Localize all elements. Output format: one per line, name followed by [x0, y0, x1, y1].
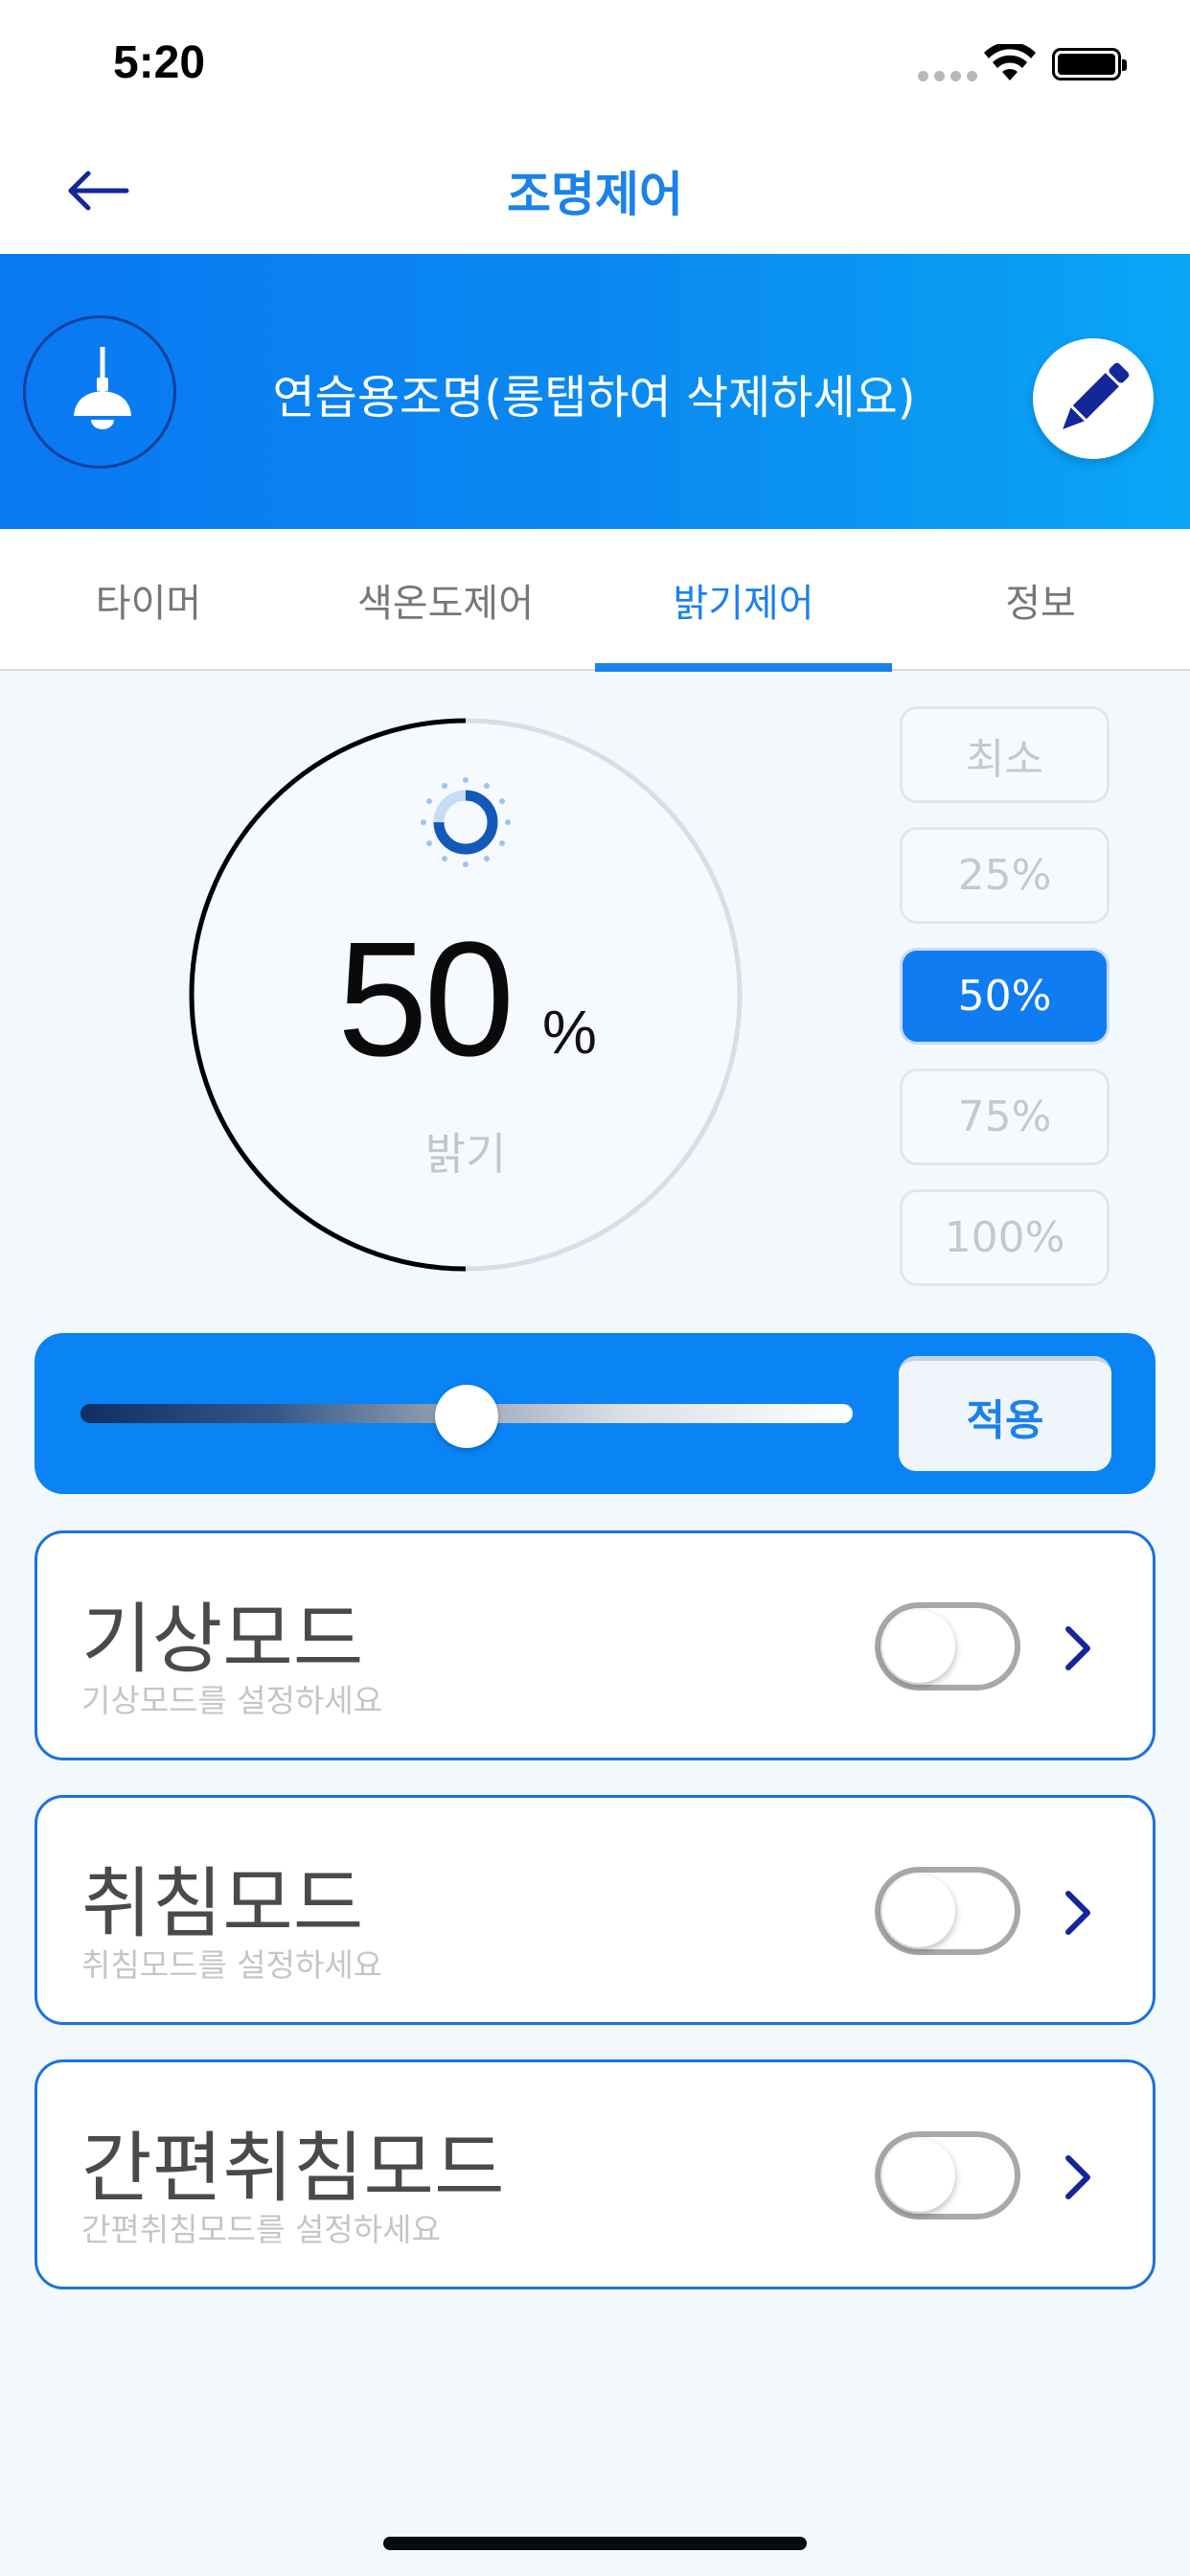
chevron-right-icon[interactable]	[1059, 2150, 1097, 2204]
wifi-icon	[984, 44, 1036, 80]
quick-sleep-mode-card[interactable]: 간편취침모드 간편취침모드를 설정하세요	[34, 2059, 1156, 2289]
brightness-value: 50	[337, 908, 515, 1091]
status-bar: 5:20	[0, 0, 1190, 129]
preset-75-button[interactable]: 75%	[900, 1069, 1110, 1165]
brightness-indicator-icon	[421, 777, 511, 867]
mode-subtitle: 간편취침모드를 설정하세요	[81, 2211, 441, 2248]
preset-50-button[interactable]: 50%	[900, 948, 1110, 1045]
ceiling-lamp-icon	[74, 347, 131, 429]
tab-timer[interactable]: 타이머	[0, 529, 297, 671]
mode-subtitle: 취침모드를 설정하세요	[81, 1946, 383, 1984]
mode-title: 기상모드	[81, 1595, 364, 1684]
apply-button[interactable]: 적용	[899, 1356, 1111, 1471]
preset-100-button[interactable]: 100%	[900, 1189, 1110, 1286]
device-name[interactable]: 연습용조명(롱탭하여 삭제하세요)	[192, 359, 996, 426]
brightness-slider-panel: 적용	[34, 1333, 1156, 1494]
tab-bar: 타이머 색온도제어 밝기제어 정보	[0, 529, 1190, 672]
wake-mode-toggle[interactable]	[875, 1602, 1020, 1690]
preset-min-button[interactable]: 최소	[900, 706, 1110, 803]
chevron-right-icon[interactable]	[1059, 1886, 1097, 1940]
device-header: 연습용조명(롱탭하여 삭제하세요)	[0, 254, 1190, 529]
home-indicator	[383, 2537, 807, 2550]
mode-title: 간편취침모드	[81, 2124, 505, 2213]
quick-sleep-mode-toggle[interactable]	[875, 2131, 1020, 2220]
brightness-unit: %	[542, 998, 597, 1067]
mode-subtitle: 기상모드를 설정하세요	[81, 1682, 383, 1719]
edit-device-button[interactable]	[1033, 338, 1154, 459]
status-time: 5:20	[113, 37, 206, 88]
sleep-mode-toggle[interactable]	[875, 1867, 1020, 1955]
device-icon-badge	[23, 315, 176, 469]
battery-icon	[1052, 48, 1127, 80]
page-title: 조명제어	[507, 167, 683, 222]
tab-brightness[interactable]: 밝기제어	[595, 529, 892, 671]
brightness-slider-thumb[interactable]	[435, 1385, 498, 1448]
brightness-label: 밝기	[424, 1128, 507, 1180]
sleep-mode-card[interactable]: 취침모드 취침모드를 설정하세요	[34, 1795, 1156, 2025]
wake-mode-card[interactable]: 기상모드 기상모드를 설정하세요	[34, 1530, 1156, 1760]
tab-color-temperature[interactable]: 색온도제어	[297, 529, 594, 671]
active-tab-indicator	[595, 663, 892, 672]
cellular-signal-icon	[918, 71, 977, 81]
navigation-bar: 조명제어	[0, 129, 1190, 254]
mode-title: 취침모드	[81, 1859, 364, 1948]
chevron-right-icon[interactable]	[1059, 1622, 1097, 1675]
pencil-icon	[1063, 362, 1130, 429]
tab-info[interactable]: 정보	[892, 529, 1189, 671]
preset-25-button[interactable]: 25%	[900, 827, 1110, 924]
